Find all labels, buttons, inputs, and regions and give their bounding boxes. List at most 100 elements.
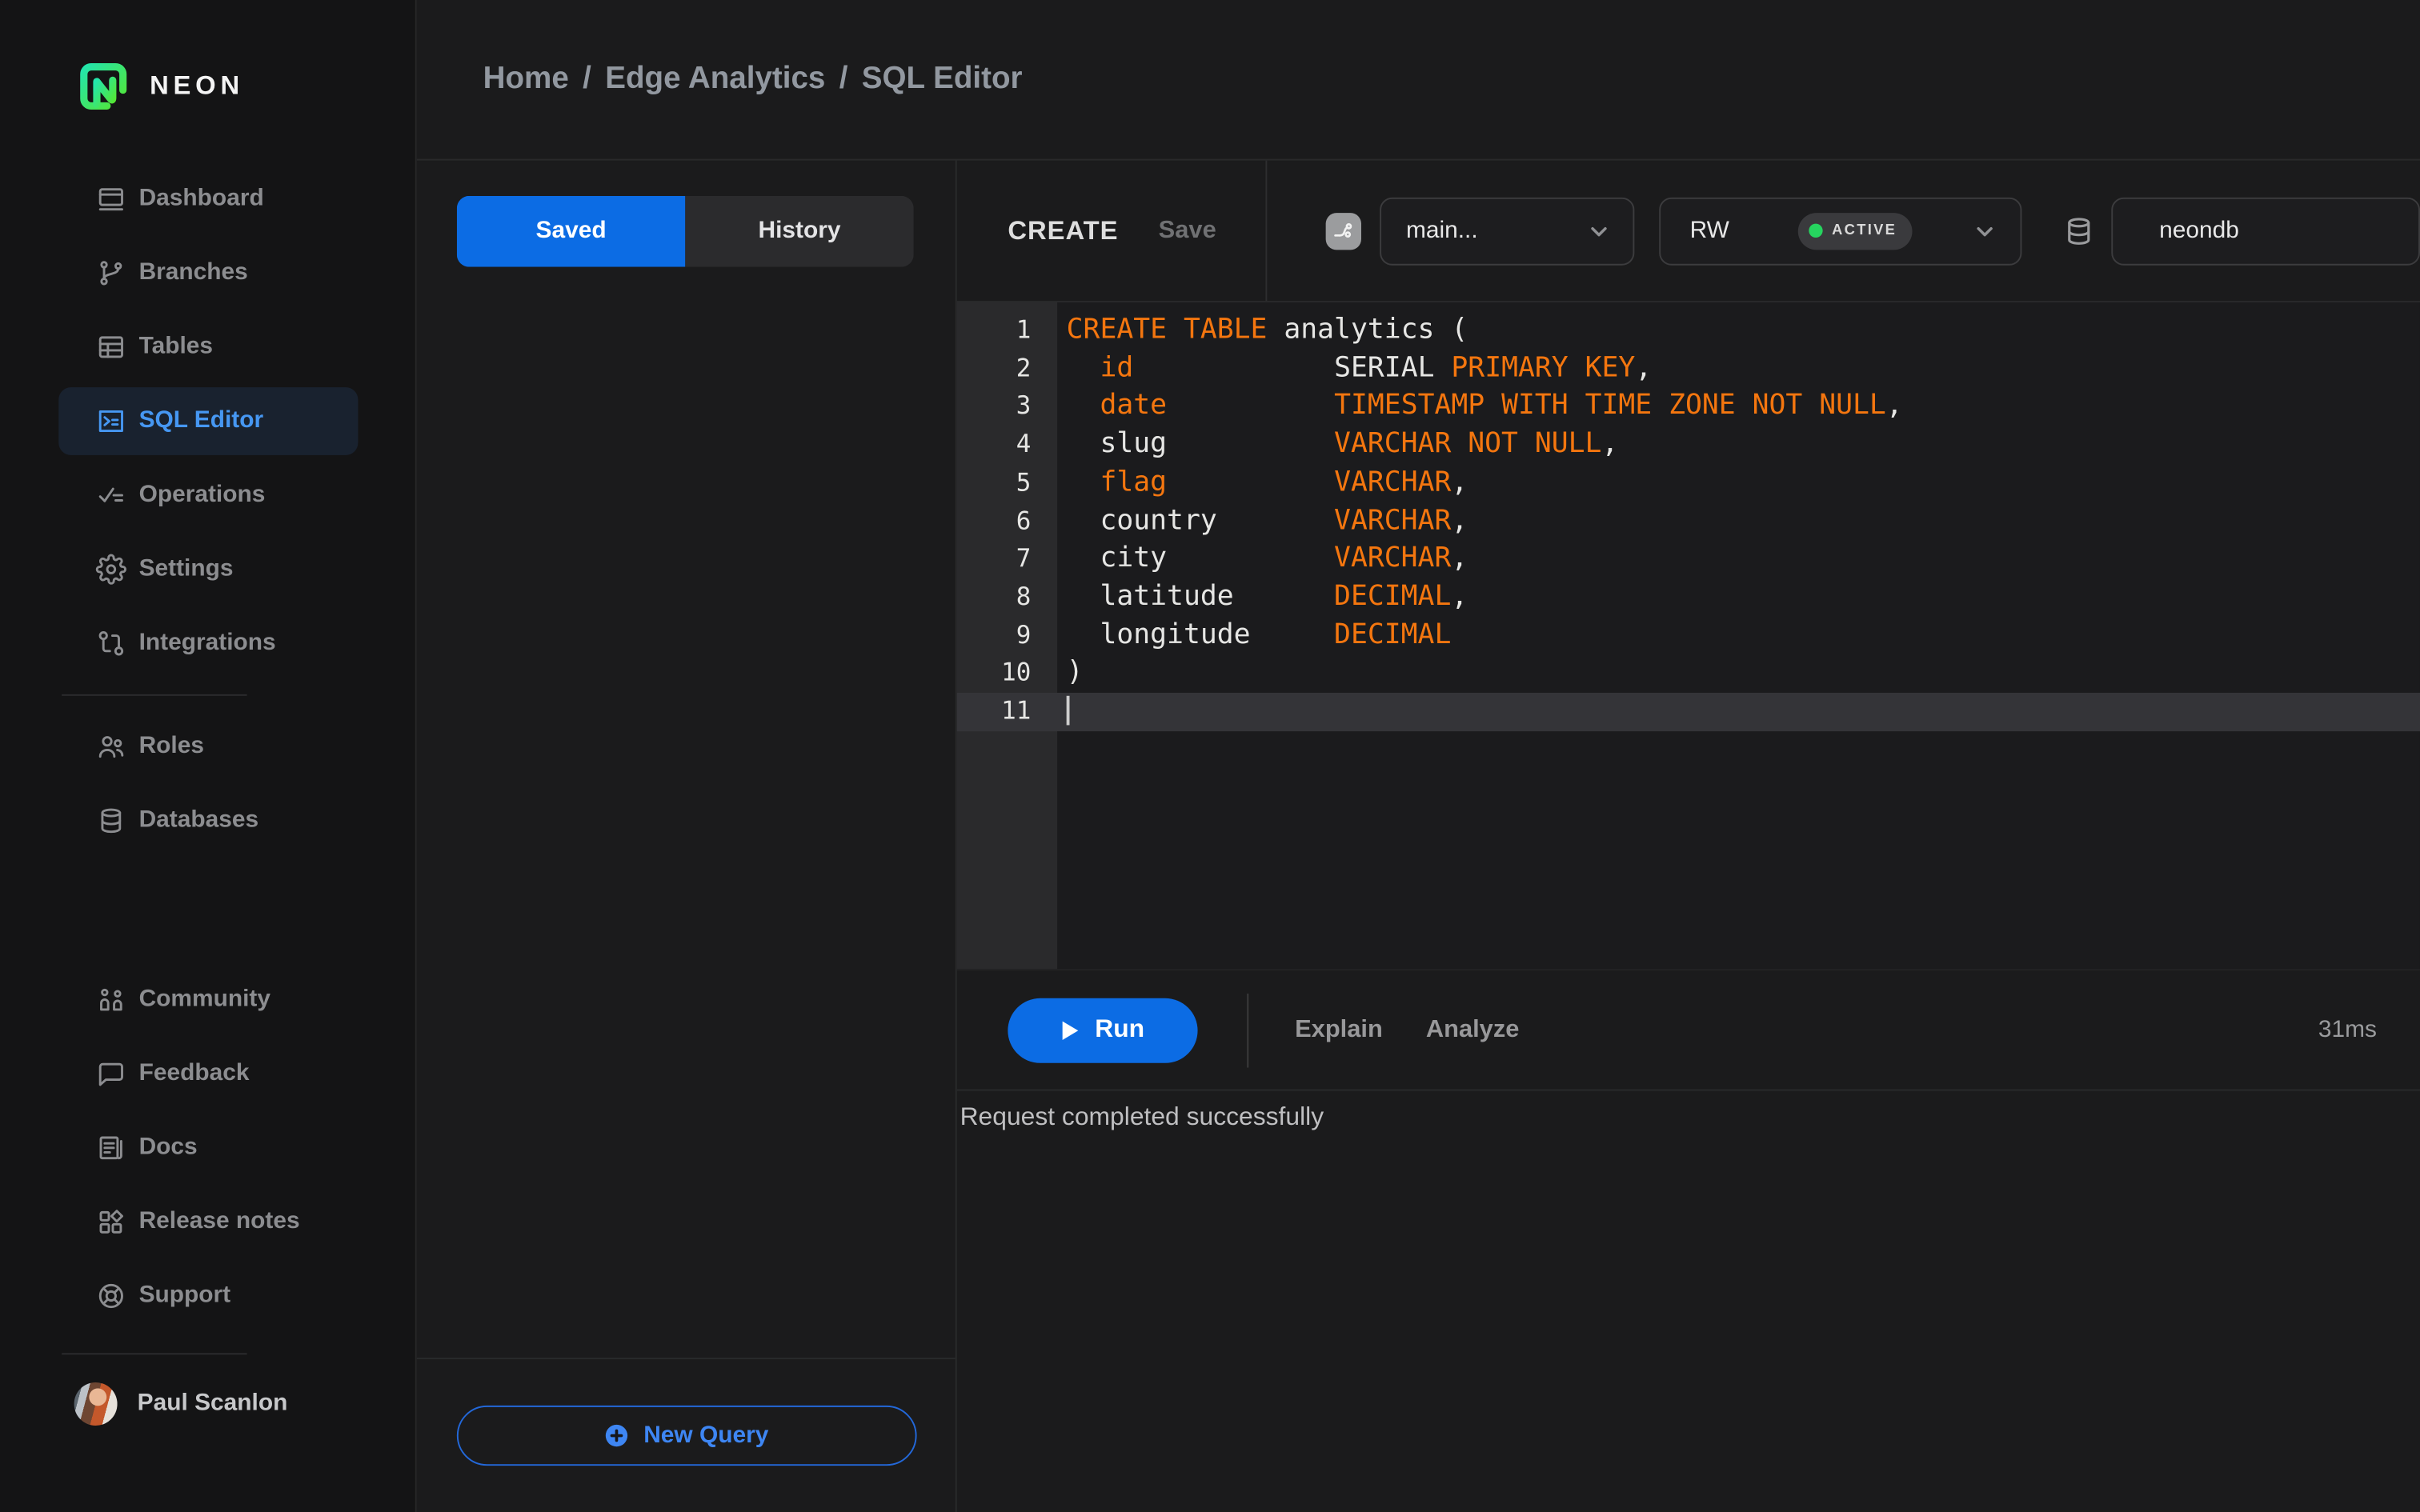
sidebar-item-label: Docs	[138, 1134, 198, 1161]
line-number: 2	[1016, 353, 1032, 382]
code-line-text	[1057, 693, 1069, 731]
query-tabs-row: Saved History	[417, 161, 956, 302]
saved-query-list	[417, 302, 956, 1358]
code-line-text: latitude DECIMAL,	[1066, 580, 1468, 613]
sidebar-item-label: Operations	[138, 481, 266, 508]
new-query-label: New Query	[643, 1422, 769, 1448]
docs-icon	[96, 1133, 127, 1164]
compute-status-badge: ACTIVE	[1797, 212, 1913, 250]
sidebar-nav-main: Dashboard Branches Tables SQL Editor Operati…	[58, 165, 359, 683]
breadcrumb-item-sql-editor[interactable]: SQL Editor	[862, 62, 1023, 97]
neon-logo[interactable]: NEON	[74, 57, 244, 115]
code-line-text: date TIMESTAMP WITH TIME ZONE NOT NULL,	[1100, 389, 1903, 422]
neon-logo-icon	[74, 57, 133, 115]
branches-icon	[96, 258, 127, 289]
query-panel: Saved History New Query	[416, 160, 957, 1512]
breadcrumb-separator: /	[839, 62, 848, 96]
sidebar-item-label: Support	[138, 1282, 231, 1309]
sidebar-item-sql-editor[interactable]: SQL Editor	[58, 387, 359, 455]
explain-button[interactable]: Explain	[1295, 1016, 1383, 1044]
sidebar-item-branches[interactable]: Branches	[58, 239, 358, 307]
sidebar-item-databases[interactable]: Databases	[58, 787, 358, 855]
line-number: 8	[1016, 582, 1032, 611]
databases-icon	[96, 806, 127, 837]
sidebar-item-tables[interactable]: Tables	[58, 313, 358, 381]
compute-select[interactable]: RW ACTIVE	[1659, 196, 2022, 265]
database-icon	[2062, 212, 2096, 249]
branch-icon	[1325, 212, 1362, 250]
breadcrumb-item-home[interactable]: Home	[483, 62, 569, 97]
sidebar-item-support[interactable]: Support	[58, 1262, 358, 1330]
code-line: 2 id SERIAL PRIMARY KEY,	[957, 350, 2420, 388]
user-menu[interactable]: Paul Scanlon	[74, 1382, 288, 1426]
query-title: CREATE	[1008, 215, 1119, 245]
breadcrumb-item-edge-analytics[interactable]: Edge Analytics	[605, 62, 825, 97]
compute-select-value: RW	[1689, 216, 1729, 243]
editor-toolbar: Run Explain Analyze 31ms	[956, 969, 2420, 1089]
chevron-down-icon	[1971, 217, 1999, 245]
sidebar-item-label: Databases	[138, 806, 259, 834]
sidebar-item-docs[interactable]: Docs	[58, 1114, 358, 1182]
new-query-button[interactable]: New Query	[455, 1405, 916, 1466]
saved-history-toggle: Saved History	[456, 195, 914, 267]
sql-editor-icon	[96, 406, 127, 437]
tab-history[interactable]: History	[685, 195, 914, 267]
code-line-text: id SERIAL PRIMARY KEY,	[1100, 351, 1653, 384]
sidebar-item-label: Settings	[138, 555, 234, 582]
sidebar-item-dashboard[interactable]: Dashboard	[58, 165, 358, 233]
results-panel: Request completed successfully	[956, 1089, 2420, 1512]
sidebar-item-integrations[interactable]: Integrations	[58, 610, 358, 678]
support-icon	[96, 1281, 127, 1312]
status-dot	[1809, 223, 1823, 238]
sql-editor-region: CREATE Save main... RW ACTIVE neondb 1 C…	[956, 160, 2420, 1512]
brand-wordmark: NEON	[150, 70, 244, 101]
sidebar-item-label: Roles	[138, 733, 204, 759]
sidebar-divider	[62, 1353, 247, 1355]
text-cursor	[1066, 696, 1069, 726]
code-line: 9 longitude DECIMAL	[957, 617, 2420, 655]
sql-code-editor[interactable]: 1 CREATE TABLE analytics ( 2 id SERIAL PRI…	[956, 302, 2420, 970]
sidebar-item-release-notes[interactable]: Release notes	[58, 1188, 358, 1256]
branch-select-value: main...	[1405, 216, 1478, 243]
code-line: 10)	[957, 655, 2420, 694]
chevron-down-icon	[1585, 217, 1613, 245]
line-number: 5	[1016, 467, 1032, 497]
code-line-text: CREATE TABLE analytics (	[1066, 313, 1468, 346]
sidebar-item-label: Community	[138, 986, 270, 1013]
operations-icon	[96, 480, 127, 511]
sidebar-item-roles[interactable]: Roles	[58, 713, 358, 781]
sidebar-item-community[interactable]: Community	[58, 966, 358, 1034]
breadcrumb: Home / Edge Analytics / SQL Editor	[483, 62, 1023, 97]
feedback-icon	[96, 1058, 127, 1090]
line-number: 7	[1016, 543, 1032, 574]
code-line: 5 flag VARCHAR,	[957, 464, 2420, 502]
roles-icon	[96, 731, 127, 762]
line-number: 1	[1016, 314, 1032, 345]
sidebar-item-label: Release notes	[138, 1208, 300, 1234]
analyze-button[interactable]: Analyze	[1426, 1016, 1520, 1044]
run-label: Run	[1095, 1015, 1145, 1043]
sidebar-item-settings[interactable]: Settings	[58, 535, 358, 603]
branch-select[interactable]: main...	[1380, 196, 1635, 265]
toolbar-divider	[1247, 993, 1249, 1067]
sidebar-item-feedback[interactable]: Feedback	[58, 1040, 358, 1108]
sidebar-item-label: Tables	[138, 333, 214, 360]
code-rows: 1 CREATE TABLE analytics ( 2 id SERIAL PRI…	[956, 302, 2420, 731]
save-button[interactable]: Save	[1159, 217, 1216, 245]
line-number: 6	[1016, 505, 1032, 535]
user-name: Paul Scanlon	[137, 1390, 288, 1417]
database-select[interactable]: neondb	[2111, 196, 2420, 265]
query-duration: 31ms	[2318, 1015, 2377, 1042]
sidebar-item-label: Feedback	[138, 1059, 250, 1086]
code-line-text: )	[1066, 656, 1084, 690]
tab-saved[interactable]: Saved	[456, 195, 686, 267]
code-line-text: longitude DECIMAL	[1066, 618, 1452, 651]
dashboard-icon	[96, 183, 127, 214]
avatar	[74, 1382, 118, 1426]
tables-icon	[96, 332, 127, 363]
integrations-icon	[96, 628, 127, 659]
breadcrumb-separator: /	[583, 62, 591, 96]
query-panel-footer: New Query	[416, 1358, 956, 1512]
sidebar-item-operations[interactable]: Operations	[58, 462, 358, 530]
run-button[interactable]: Run	[1008, 997, 1198, 1062]
